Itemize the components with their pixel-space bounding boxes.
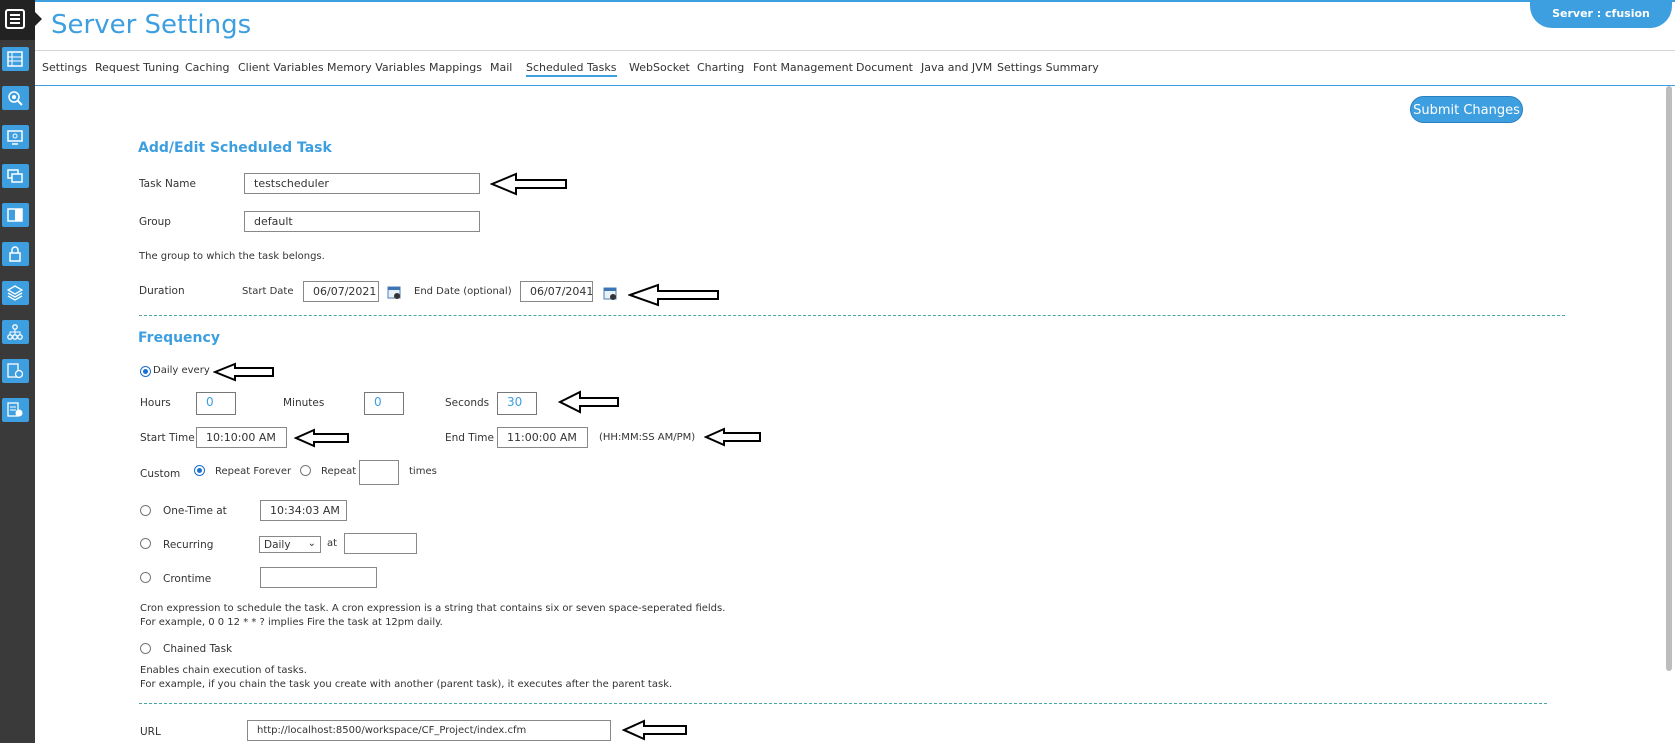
- time-format-hint: (HH:MM:SS AM/PM): [599, 432, 696, 443]
- security-icon[interactable]: [2, 242, 29, 266]
- cron-help-text-1: Cron expression to schedule the task. A …: [140, 603, 726, 614]
- chained-help-text-2: For example, if you chain the task you c…: [140, 679, 673, 690]
- menu-icon: [5, 9, 25, 29]
- tab-scheduled-tasks[interactable]: Scheduled Tasks: [526, 61, 617, 77]
- calendar-icon[interactable]: [387, 285, 401, 299]
- arrow-icon: [490, 172, 567, 196]
- submit-changes-button[interactable]: Submit Changes: [1410, 96, 1523, 123]
- start-date-label: Start Date: [242, 286, 294, 297]
- repeat-label: Repeat: [321, 466, 357, 477]
- tab-settings[interactable]: Settings: [42, 61, 87, 74]
- tab-mail[interactable]: Mail: [490, 61, 512, 74]
- daily-every-radio[interactable]: [140, 366, 151, 377]
- repeat-radio[interactable]: [300, 465, 311, 476]
- url-label: URL: [140, 726, 161, 738]
- header-accent-line: [35, 0, 1675, 2]
- at-label: at: [327, 538, 338, 549]
- section-divider: [139, 315, 1565, 316]
- enterprise-manager-icon[interactable]: [2, 320, 29, 344]
- group-label: Group: [139, 216, 171, 228]
- tab-java-and-jvm[interactable]: Java and JVM: [921, 61, 992, 74]
- arrow-icon: [213, 362, 274, 382]
- calendar-icon[interactable]: [603, 286, 617, 300]
- hours-label: Hours: [140, 397, 171, 409]
- seconds-label: Seconds: [445, 397, 490, 409]
- menu-button[interactable]: [0, 0, 35, 40]
- end-time-input[interactable]: 11:00:00 AM: [497, 427, 588, 448]
- tab-client-variables[interactable]: Client Variables: [238, 61, 324, 74]
- one-time-label: One-Time at: [163, 505, 227, 517]
- recurring-select-value: Daily: [264, 539, 291, 551]
- crontime-input[interactable]: [260, 567, 377, 588]
- arrow-icon: [294, 428, 349, 448]
- one-time-radio[interactable]: [140, 505, 151, 516]
- crontime-radio[interactable]: [140, 572, 151, 583]
- tab-charting[interactable]: Charting: [697, 61, 744, 74]
- start-time-label: Start Time: [140, 432, 195, 444]
- settings-tab-bar: Settings Request Tuning Caching Client V…: [35, 50, 1675, 86]
- cloud-services-icon[interactable]: [2, 398, 29, 422]
- end-time-label: End Time: [445, 432, 494, 444]
- recurring-radio[interactable]: [140, 538, 151, 549]
- page-title: Server Settings: [51, 10, 252, 40]
- chained-task-label: Chained Task: [163, 643, 233, 655]
- task-name-label: Task Name: [139, 178, 196, 190]
- times-label: times: [409, 466, 437, 477]
- section-heading-add-edit: Add/Edit Scheduled Task: [138, 140, 332, 156]
- tab-caching[interactable]: Caching: [185, 61, 229, 74]
- arrow-icon: [704, 427, 761, 447]
- group-help-text: The group to which the task belongs.: [139, 251, 325, 262]
- arrow-icon: [628, 283, 719, 307]
- end-date-input[interactable]: 06/07/2041: [520, 281, 593, 302]
- minutes-input[interactable]: 0: [364, 392, 404, 415]
- debugging-icon[interactable]: [2, 125, 29, 149]
- repeat-forever-radio[interactable]: [194, 465, 205, 476]
- one-time-input[interactable]: 10:34:03 AM: [260, 500, 347, 521]
- hours-input[interactable]: 0: [196, 392, 236, 415]
- section-heading-frequency: Frequency: [138, 330, 220, 346]
- chained-task-radio[interactable]: [140, 643, 151, 654]
- recurring-frequency-select[interactable]: Daily ⌄: [259, 536, 321, 553]
- chained-help-text-1: Enables chain execution of tasks.: [140, 665, 307, 676]
- packaging-icon[interactable]: [2, 281, 29, 305]
- tab-mappings[interactable]: Mappings: [429, 61, 482, 74]
- tab-websocket[interactable]: WebSocket: [629, 61, 690, 74]
- tab-memory-variables[interactable]: Memory Variables: [327, 61, 426, 74]
- end-date-label: End Date (optional): [414, 286, 512, 297]
- arrow-icon: [558, 390, 619, 414]
- start-date-input[interactable]: 06/07/2021: [303, 281, 379, 302]
- minutes-label: Minutes: [283, 397, 325, 409]
- arrow-icon: [622, 719, 687, 741]
- custom-label: Custom: [140, 468, 181, 480]
- tab-settings-summary[interactable]: Settings Summary: [997, 61, 1099, 74]
- left-icon-rail: [0, 0, 42, 743]
- duration-label: Duration: [139, 285, 185, 297]
- page-scrollbar[interactable]: [1666, 86, 1672, 671]
- section-divider: [139, 703, 1547, 704]
- group-input[interactable]: default: [244, 211, 480, 232]
- server-monitoring-icon[interactable]: [2, 164, 29, 188]
- task-name-input[interactable]: testscheduler: [244, 173, 480, 194]
- seconds-input[interactable]: 30: [497, 392, 537, 415]
- crontime-label: Crontime: [163, 573, 212, 585]
- repeat-forever-label: Repeat Forever: [215, 466, 292, 477]
- server-badge: Server : cfusion: [1530, 0, 1672, 28]
- recurring-at-input[interactable]: [344, 533, 417, 554]
- recurring-label: Recurring: [163, 539, 214, 551]
- server-settings-icon[interactable]: [2, 47, 29, 71]
- start-time-input[interactable]: 10:10:00 AM: [196, 427, 287, 448]
- tab-request-tuning[interactable]: Request Tuning: [95, 61, 179, 74]
- chevron-down-icon: ⌄: [307, 538, 316, 549]
- event-gateways-icon[interactable]: [2, 359, 29, 383]
- repeat-count-input[interactable]: [359, 460, 399, 485]
- extensions-icon[interactable]: [2, 203, 29, 227]
- data-services-icon[interactable]: [2, 86, 29, 110]
- cron-help-text-2: For example, 0 0 12 * * ? implies Fire t…: [140, 617, 443, 628]
- rail-pointer: [35, 12, 42, 26]
- tab-document[interactable]: Document: [856, 61, 913, 74]
- tab-font-management[interactable]: Font Management: [753, 61, 853, 74]
- url-input[interactable]: http://localhost:8500/workspace/CF_Proje…: [247, 720, 611, 741]
- daily-every-label: Daily every: [153, 365, 210, 376]
